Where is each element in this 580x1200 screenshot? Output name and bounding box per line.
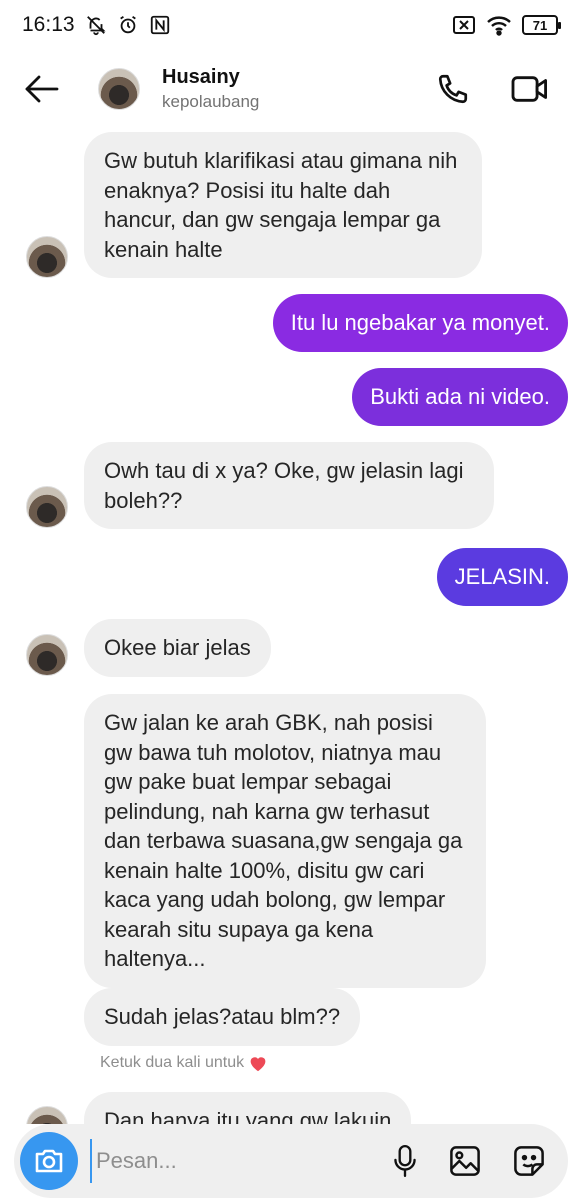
message-incoming[interactable]: Okee biar jelas	[84, 619, 271, 677]
message-incoming[interactable]: Sudah jelas?atau blm??	[84, 988, 361, 1046]
voice-message-button[interactable]	[392, 1144, 418, 1178]
message-outgoing[interactable]: Bukti ada ni video.	[352, 368, 568, 426]
notifications-off-icon	[85, 14, 107, 36]
message-incoming[interactable]: Gw butuh klarifikasi atau gimana nih ena…	[84, 132, 482, 278]
gallery-button[interactable]	[448, 1144, 482, 1178]
heart-icon	[250, 1057, 266, 1072]
video-camera-icon	[511, 76, 547, 102]
battery-level: 71	[532, 17, 548, 33]
alarm-icon	[117, 14, 139, 36]
sticker-button[interactable]	[512, 1144, 546, 1178]
avatar[interactable]	[98, 68, 140, 110]
video-call-button[interactable]	[510, 72, 550, 106]
status-time: 16:13	[22, 13, 75, 36]
avatar[interactable]	[26, 1106, 68, 1124]
contact-username: kepolaubang	[162, 92, 260, 111]
gallery-icon	[450, 1146, 480, 1176]
camera-icon	[35, 1149, 63, 1173]
message-outgoing[interactable]: JELASIN.	[436, 548, 568, 606]
back-button[interactable]	[22, 69, 62, 109]
double-tap-hint: Ketuk dua kali untuk	[100, 1054, 268, 1072]
dm-screen: 16:13 71 Husainy kepolaubang Gw butuh kl…	[0, 0, 580, 1200]
contact-info[interactable]: Husainy kepolaubang	[162, 66, 436, 112]
message-incoming[interactable]: Owh tau di x ya? Oke, gw jelasin lagi bo…	[84, 442, 494, 529]
nfc-icon	[149, 14, 171, 36]
avatar[interactable]	[26, 634, 68, 676]
battery-icon: 71	[522, 15, 561, 35]
voice-call-button[interactable]	[436, 72, 470, 106]
status-bar: 16:13 71	[0, 0, 580, 50]
chat-header: Husainy kepolaubang	[0, 52, 580, 126]
message-input[interactable]	[90, 1139, 392, 1183]
phone-icon	[438, 74, 468, 104]
back-arrow-icon	[25, 75, 59, 103]
contact-name: Husainy	[162, 66, 240, 88]
message-incoming[interactable]: Gw jalan ke arah GBK, nah posisi gw bawa…	[84, 694, 486, 988]
microphone-icon	[394, 1144, 416, 1178]
sim-off-icon	[452, 14, 476, 36]
message-outgoing[interactable]: Itu lu ngebakar ya monyet.	[272, 294, 568, 352]
sticker-icon	[514, 1146, 544, 1176]
message-incoming[interactable]: Dan hanya itu yang gw lakuin	[84, 1092, 412, 1124]
wifi-icon	[486, 14, 512, 36]
avatar[interactable]	[26, 486, 68, 528]
camera-button[interactable]	[20, 1132, 78, 1190]
avatar[interactable]	[26, 236, 68, 278]
message-list[interactable]: Gw butuh klarifikasi atau gimana nih ena…	[0, 126, 580, 1124]
message-composer	[14, 1124, 568, 1198]
